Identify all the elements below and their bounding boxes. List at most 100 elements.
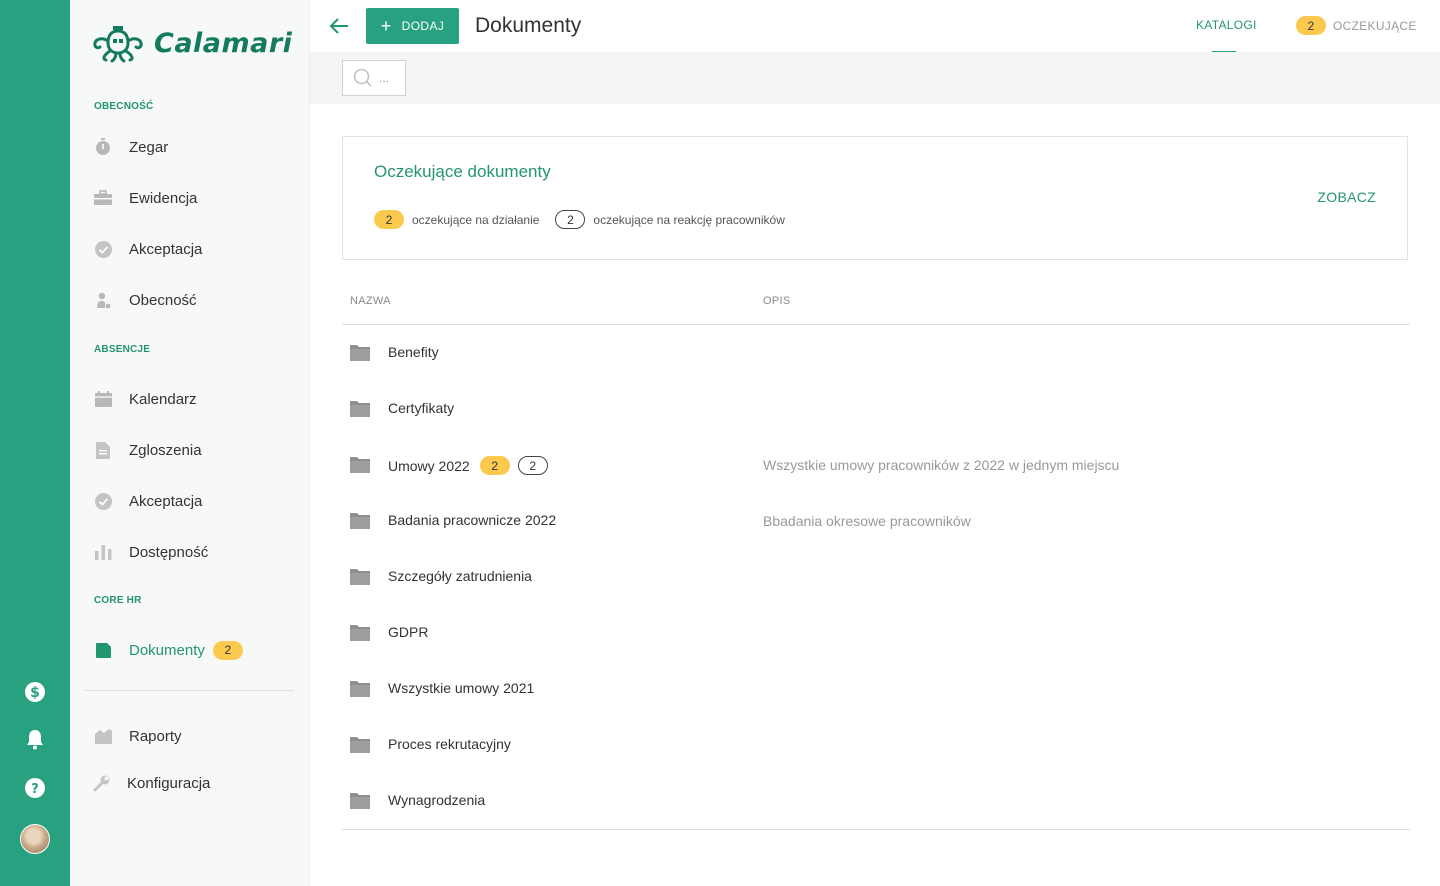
document-icon <box>94 441 112 459</box>
sidebar-item-konfiguracja[interactable]: Konfiguracja <box>92 771 210 795</box>
report-icon <box>94 727 112 745</box>
column-header-desc: OPIS <box>763 295 791 307</box>
dokumenty-count-badge: 2 <box>212 640 243 660</box>
sidebar-item-label: Ewidencja <box>129 189 198 207</box>
table-row[interactable]: Wynagrodzenia <box>342 773 1410 829</box>
sidebar-item-label: Kalendarz <box>129 390 197 408</box>
pending-documents-card: Oczekujące dokumenty 2 oczekujące na dzi… <box>342 136 1408 260</box>
sidebar-item-label: Akceptacja <box>129 492 203 510</box>
pending-action-badge: 2 <box>374 210 404 229</box>
search-input[interactable]: ... <box>342 60 406 96</box>
add-button[interactable]: + DODAJ <box>366 8 459 44</box>
table-row[interactable]: Proces rekrutacyjny <box>342 717 1410 773</box>
bell-icon[interactable] <box>24 728 46 750</box>
folder-name: Wynagrodzenia <box>388 792 485 808</box>
help-icon[interactable]: ? <box>24 777 46 799</box>
dollar-icon[interactable]: $ <box>24 681 46 703</box>
oczekujace-count-badge: 2 <box>1296 16 1326 35</box>
add-button-label: DODAJ <box>401 19 445 33</box>
sidebar-item-label: Zgloszenia <box>129 441 202 459</box>
folder-desc: Wszystkie umowy pracowników z 2022 w jed… <box>763 457 1120 473</box>
search-bar: ... <box>310 52 1440 104</box>
file-icon <box>94 641 112 659</box>
wrench-icon <box>92 774 110 792</box>
table-row[interactable]: Certyfikaty <box>342 381 1410 437</box>
table-row[interactable]: Umowy 2022 2 2 Wszystkie umowy pracownik… <box>342 437 1410 493</box>
page-title: Dokumenty <box>475 14 582 37</box>
tab-label: KATALOGI <box>1196 18 1257 32</box>
sidebar-item-dokumenty[interactable]: Dokumenty 2 <box>94 638 243 662</box>
pending-reaction-badge: 2 <box>555 210 586 229</box>
sidebar-item-zgloszenia[interactable]: Zgloszenia <box>94 438 202 462</box>
section-obecnosc: OBECNOŚĆ <box>94 101 154 112</box>
calamari-logo-icon <box>93 26 143 63</box>
check-circle-icon <box>94 492 112 510</box>
sidebar-item-label: Konfiguracja <box>127 774 211 792</box>
folder-name-text: Certyfikaty <box>388 400 455 416</box>
folder-name: Wszystkie umowy 2021 <box>388 680 534 696</box>
sidebar-item-label: Dokumenty <box>129 641 205 659</box>
folder-icon <box>350 793 370 809</box>
folder-name-text: Umowy 2022 <box>388 457 470 474</box>
folder-action-badge: 2 <box>479 456 510 475</box>
briefcase-icon <box>94 189 112 207</box>
folder-name-text: Wynagrodzenia <box>388 792 486 808</box>
sidebar-item-obecnosc[interactable]: Obecność <box>94 288 197 312</box>
table-row[interactable]: Szczegóły zatrudnienia <box>342 549 1410 605</box>
tab-oczekujace[interactable]: 2 OCZEKUJĄCE <box>1296 16 1417 35</box>
tab-katalogi[interactable]: KATALOGI <box>1196 18 1257 53</box>
svg-text:$: $ <box>30 685 40 701</box>
table-row[interactable]: Wszystkie umowy 2021 <box>342 661 1410 717</box>
pending-reaction-text: oczekujące na reakcję pracowników <box>593 212 785 227</box>
tab-label: OCZEKUJĄCE <box>1333 18 1417 33</box>
sidebar-item-akceptacja[interactable]: Akceptacja <box>94 237 202 261</box>
folder-reaction-badge: 2 <box>517 456 548 475</box>
table-row[interactable]: GDPR <box>342 605 1410 661</box>
column-header-name[interactable]: NAZWA <box>350 295 391 307</box>
sidebar-item-ewidencja[interactable]: Ewidencja <box>94 186 197 210</box>
plus-icon: + <box>380 16 392 36</box>
sidebar-item-raporty[interactable]: Raporty <box>94 724 182 748</box>
check-circle-icon <box>94 240 112 258</box>
avatar[interactable] <box>20 824 50 854</box>
table-row[interactable]: Badania pracownicze 2022 Bbadania okreso… <box>342 493 1410 549</box>
search-placeholder: ... <box>379 71 390 85</box>
pending-summary: 2 oczekujące na działanie 2 oczekujące n… <box>374 210 785 229</box>
folder-name: GDPR <box>388 624 428 640</box>
folder-name-text: Badania pracownicze 2022 <box>388 512 557 528</box>
sidebar-item-label: Akceptacja <box>129 240 203 258</box>
folder-name: Benefity <box>388 344 439 360</box>
sidebar: Calamari OBECNOŚĆ Zegar Ewidencja Akcept… <box>70 0 310 886</box>
calendar-icon <box>94 390 112 408</box>
folder-icon <box>350 737 370 753</box>
zobacz-link[interactable]: ZOBACZ <box>1317 189 1376 205</box>
sidebar-item-zegar[interactable]: Zegar <box>94 135 168 159</box>
folder-icon <box>350 681 370 697</box>
app-rail: $ ? <box>0 0 70 886</box>
section-absencje: ABSENCJE <box>94 344 151 355</box>
folder-name: Proces rekrutacyjny <box>388 736 511 752</box>
back-arrow-icon[interactable] <box>328 15 350 37</box>
sidebar-item-kalendarz[interactable]: Kalendarz <box>94 387 197 411</box>
folder-name: Badania pracownicze 2022 <box>388 512 556 528</box>
table-header: NAZWA OPIS <box>342 290 1410 325</box>
folder-icon <box>350 625 370 641</box>
pending-action-text: oczekujące na działanie <box>412 212 540 227</box>
folder-name-text: Wszystkie umowy 2021 <box>388 680 535 696</box>
folder-name: Szczegóły zatrudnienia <box>388 568 532 584</box>
table-row[interactable]: Benefity <box>342 325 1410 381</box>
logo[interactable]: Calamari <box>90 22 292 64</box>
folder-name-text: Benefity <box>388 344 439 360</box>
folder-icon <box>350 457 370 473</box>
sidebar-item-label: Zegar <box>129 138 169 156</box>
sidebar-item-dostepnosc[interactable]: Dostępność <box>94 540 208 564</box>
sidebar-item-label: Raporty <box>129 727 182 745</box>
folder-icon <box>350 569 370 585</box>
bar-chart-icon <box>94 543 112 561</box>
sidebar-item-akceptacja-absencje[interactable]: Akceptacja <box>94 489 202 513</box>
sidebar-divider <box>84 690 294 691</box>
folder-name: Umowy 2022 2 2 <box>388 456 548 475</box>
svg-text:?: ? <box>31 782 39 797</box>
folder-name-text: GDPR <box>388 624 429 640</box>
sidebar-item-label: Dostępność <box>129 543 209 561</box>
